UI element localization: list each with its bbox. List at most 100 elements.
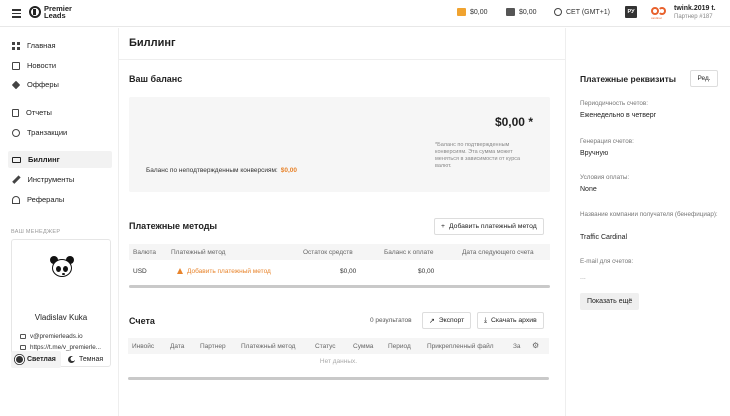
logo-line2: Leads	[44, 11, 66, 20]
timezone-selector[interactable]: CET (GMT+1)	[554, 8, 610, 16]
sidebar-item-label: Офферы	[27, 80, 59, 89]
top-bar: Premier Leads $0,00 $0,00 CET (GMT+1) РУ…	[0, 0, 730, 27]
warning-icon	[177, 268, 183, 274]
sidebar-item-label: Транзакции	[27, 128, 68, 137]
manager-card: Vladislav Kuka v@premierleads.io https:/…	[11, 239, 111, 367]
dashboard-icon	[12, 41, 20, 50]
sidebar-item-label: Новости	[27, 61, 57, 70]
manager-avatar	[50, 256, 74, 278]
sidebar-item-billing[interactable]: Биллинг	[8, 151, 112, 168]
sidebar-item-transactions[interactable]: Транзакции	[8, 124, 112, 141]
sun-icon	[16, 356, 23, 363]
sidebar-item-offers[interactable]: Офферы	[8, 76, 112, 93]
sidebar: Главная Новости Офферы Отчеты Транзакции…	[0, 28, 118, 416]
partner-id: Партнер #187	[674, 14, 713, 20]
download-icon: ⤓	[484, 316, 488, 324]
balance-amount: $0,00 *	[494, 115, 533, 129]
balance-title: Ваш баланс	[129, 74, 183, 84]
moon-icon	[68, 356, 75, 363]
bag-icon	[457, 8, 466, 16]
language-switch[interactable]: РУ	[625, 6, 637, 18]
logo[interactable]: Premier Leads	[29, 5, 72, 19]
wallet-icon	[506, 8, 515, 16]
table-row: USD Добавить платежный метод $0,00 $0,00	[133, 268, 435, 275]
partner-logo-icon: cardinal	[651, 7, 667, 20]
sidebar-item-referrals[interactable]: Рефералы	[8, 191, 112, 208]
card-icon	[12, 156, 21, 163]
manager-name: Vladislav Kuka	[34, 313, 88, 322]
sidebar-item-home[interactable]: Главная	[8, 37, 112, 54]
tag-icon	[11, 80, 21, 89]
balance-indicator-1[interactable]: $0,00	[457, 8, 488, 16]
balance1-value: $0,00	[470, 8, 488, 16]
field-label: Периодичность счетов:	[580, 100, 648, 107]
plus-icon: +	[441, 223, 445, 230]
methods-title: Платежные методы	[129, 221, 218, 231]
requisites-title: Платежные реквизиты	[580, 74, 677, 84]
unconfirmed-balance: Баланс по неподтвержденным конверсиям: $0…	[146, 167, 298, 174]
balance2-value: $0,00	[519, 8, 537, 16]
sidebar-item-label: Биллинг	[28, 155, 60, 164]
export-icon: ↗	[429, 317, 435, 325]
report-icon	[12, 108, 19, 117]
user-name: twink.2019 t.	[674, 5, 716, 12]
theme-dark-label: Темная	[79, 356, 104, 363]
page-title: Биллинг	[129, 37, 176, 49]
no-data-text: Нет данных.	[319, 358, 358, 365]
theme-light-label: Светлая	[27, 356, 56, 363]
add-method-link[interactable]: Добавить платежный метод	[177, 268, 271, 275]
clock-icon	[554, 8, 562, 16]
add-method-button[interactable]: + Добавить платежный метод	[434, 218, 544, 235]
divider	[119, 59, 565, 60]
menu-icon[interactable]	[12, 9, 21, 20]
field-value: None	[580, 186, 597, 193]
mail-icon	[20, 334, 26, 339]
sidebar-item-label: Инструменты	[27, 175, 75, 184]
field-value: Еженедельно в четверг	[580, 112, 657, 119]
sidebar-item-label: Главная	[27, 41, 56, 50]
field-value: ...	[580, 274, 586, 281]
methods-table-header: Валюта Платежный метод Остаток средств Б…	[129, 244, 550, 260]
field-label: Условия оплаты:	[580, 174, 630, 181]
user-menu[interactable]: twink.2019 t. Партнер #187	[674, 4, 716, 22]
manager-telegram-link[interactable]: https://t.me/v_premierle...	[20, 344, 110, 351]
sidebar-item-label: Отчеты	[26, 108, 52, 117]
manager-email-link[interactable]: v@premierleads.io	[20, 333, 110, 340]
manager-telegram: https://t.me/v_premierle...	[30, 344, 102, 351]
field-label: E-mail для счетов:	[580, 258, 634, 265]
theme-dark-button[interactable]: Темная	[63, 351, 108, 368]
export-button[interactable]: ↗ Экспорт	[422, 312, 472, 329]
sidebar-item-reports[interactable]: Отчеты	[8, 104, 112, 121]
sidebar-item-label: Рефералы	[27, 195, 65, 204]
invoices-table-header: Инвойс Дата Партнер Платежный метод Стат…	[128, 338, 549, 354]
balance-note: *Баланс по подтвержденным конверсиям. Эт…	[435, 142, 521, 169]
balance-indicator-2[interactable]: $0,00	[506, 8, 537, 16]
tools-icon	[12, 175, 21, 184]
invoices-table: Инвойс Дата Партнер Платежный метод Стат…	[128, 338, 549, 384]
invoices-scrollbar[interactable]	[128, 377, 549, 380]
referrals-icon	[12, 195, 20, 204]
show-more-button[interactable]: Показать ещё	[580, 293, 640, 310]
theme-light-button[interactable]: Светлая	[11, 351, 61, 368]
field-value: Traffic Cardinal	[580, 234, 628, 241]
timezone-value: CET (GMT+1)	[566, 8, 611, 16]
transactions-icon	[12, 128, 20, 137]
field-value: Вручную	[580, 150, 609, 157]
invoices-title: Счета	[129, 316, 155, 326]
logo-mark-icon	[29, 6, 41, 18]
balance-card: $0,00 * *Баланс по подтвержденным конвер…	[129, 97, 550, 192]
field-label: Генерация счетов:	[580, 138, 634, 145]
requisites-panel: Платежные реквизиты Ред. Периодичность с…	[565, 28, 730, 416]
sidebar-item-tools[interactable]: Инструменты	[8, 171, 112, 188]
unconfirmed-value: $0,00	[280, 167, 298, 174]
manager-email: v@premierleads.io	[30, 333, 83, 340]
manager-label: ВАШ МЕНЕДЖЕР	[11, 229, 61, 235]
field-label: Название компании получателя (бенефициар…	[580, 211, 718, 218]
download-archive-button[interactable]: ⤓ Скачать архив	[477, 312, 544, 329]
sidebar-item-news[interactable]: Новости	[8, 57, 112, 74]
edit-requisites-button[interactable]: Ред.	[690, 70, 718, 87]
news-icon	[12, 61, 20, 70]
settings-gear-icon[interactable]: ⚙	[532, 341, 539, 350]
telegram-icon	[20, 345, 26, 350]
methods-scrollbar[interactable]	[129, 285, 550, 288]
